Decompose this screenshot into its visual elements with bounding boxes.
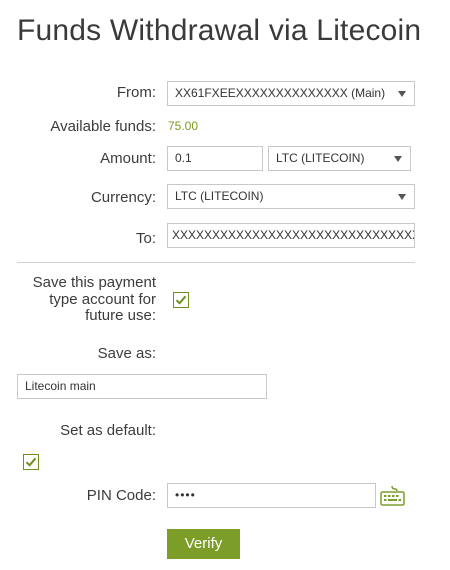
chevron-down-icon [398,91,406,97]
check-icon [175,295,187,305]
pin-code-label: PIN Code: [86,487,156,504]
chevron-down-icon [394,156,402,162]
currency-select[interactable]: LTC (LITECOIN) [167,184,415,209]
divider [17,262,415,263]
available-funds-value: 75.00 [168,119,199,133]
keyboard-icon[interactable] [380,485,405,511]
currency-label: Currency: [90,189,156,206]
save-payment-type-label: Save this payment type account for futur… [32,274,156,324]
save-payment-type-checkbox[interactable] [173,292,189,308]
amount-currency-select[interactable]: LTC (LITECOIN) [268,146,411,171]
set-default-checkbox[interactable] [23,454,39,470]
currency-value: LTC (LITECOIN) [175,189,264,203]
amount-currency-value: LTC (LITECOIN) [276,151,365,165]
page-title: Funds Withdrawal via Litecoin [17,14,422,47]
from-account-value: XX61FXEEXXXXXXXXXXXXXX (Main) [175,86,386,100]
pin-code-input[interactable]: •••• [167,483,376,508]
save-as-label: Save as: [97,345,156,362]
verify-button[interactable]: Verify [167,529,240,559]
amount-input[interactable]: 0.1 [167,146,263,171]
chevron-down-icon [398,194,406,200]
amount-label: Amount: [100,150,156,167]
to-address-input[interactable]: XXXXXXXXXXXXXXXXXXXXXXXXXXXXXXXXXXX [167,223,415,248]
to-label: To: [135,230,156,247]
check-icon [25,457,37,467]
save-as-input[interactable]: Litecoin main [17,374,267,399]
from-label: From: [116,84,156,101]
from-account-select[interactable]: XX61FXEEXXXXXXXXXXXXXX (Main) [167,81,415,106]
available-funds-label: Available funds: [50,118,156,135]
set-default-label: Set as default: [60,422,156,439]
